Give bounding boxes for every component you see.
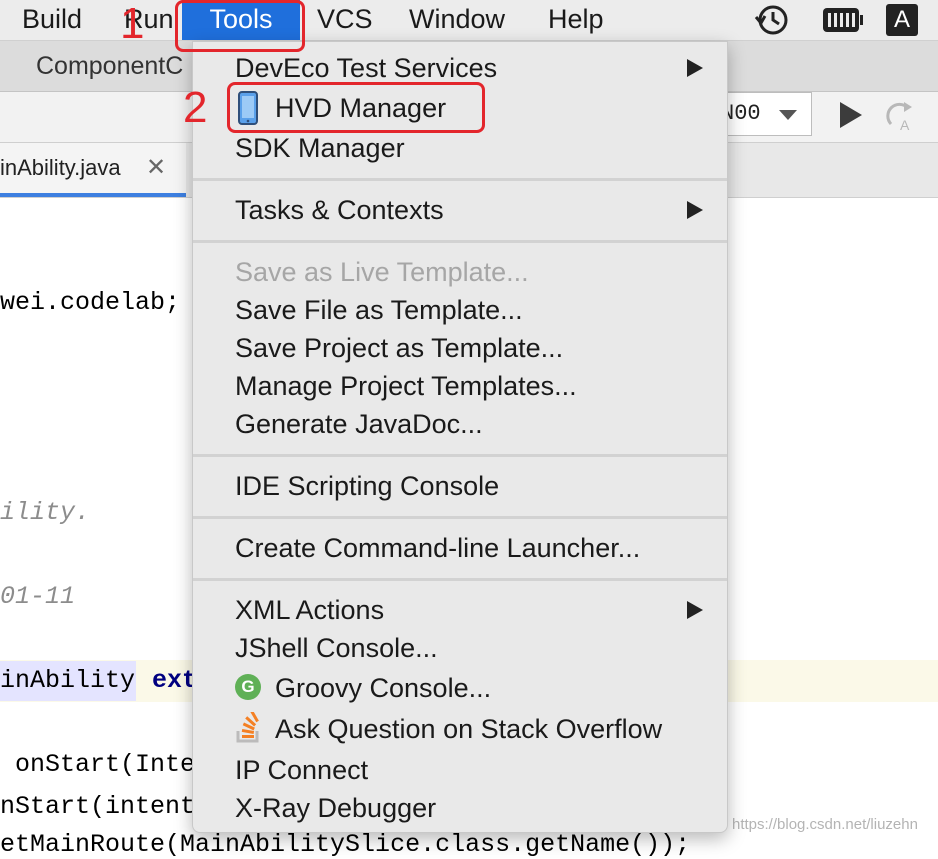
menu-item-deveco-test-services[interactable]: DevEco Test Services xyxy=(235,51,497,85)
time-machine-icon[interactable] xyxy=(752,3,792,42)
submenu-arrow-icon xyxy=(687,201,703,219)
annotation-box-tools xyxy=(175,0,305,52)
menu-separator xyxy=(193,578,727,581)
editor-tab-label: inAbility.java xyxy=(0,155,121,180)
submenu-arrow-icon xyxy=(687,601,703,619)
menu-build[interactable]: Build xyxy=(22,0,82,40)
code-line: ility. xyxy=(0,498,91,527)
menu-item-xray-debugger[interactable]: X-Ray Debugger xyxy=(235,791,436,825)
annotation-number-2: 2 xyxy=(183,83,208,132)
groovy-icon: G xyxy=(235,674,261,700)
editor-tab-mainability[interactable]: inAbility.java ✕ xyxy=(0,143,186,197)
menu-item-jshell-console[interactable]: JShell Console... xyxy=(235,631,438,665)
menu-separator xyxy=(193,454,727,457)
stackoverflow-icon xyxy=(235,710,263,749)
input-source-indicator[interactable]: A xyxy=(886,4,918,36)
annotation-box-hvd-manager xyxy=(227,82,485,133)
code-line: 01-11 xyxy=(0,582,76,611)
menu-item-save-file-template[interactable]: Save File as Template... xyxy=(235,293,523,327)
code-line: wei.codelab; xyxy=(0,288,181,317)
run-button[interactable] xyxy=(840,102,862,128)
menu-item-xml-actions[interactable]: XML Actions xyxy=(235,593,384,627)
menu-help[interactable]: Help xyxy=(548,0,604,40)
menu-item-ip-connect[interactable]: IP Connect xyxy=(235,753,368,787)
menu-item-create-launcher[interactable]: Create Command-line Launcher... xyxy=(235,531,640,565)
menu-item-ide-scripting-console[interactable]: IDE Scripting Console xyxy=(235,469,499,503)
menu-vcs[interactable]: VCS xyxy=(317,0,373,40)
active-tab-indicator xyxy=(0,193,186,197)
chevron-down-icon xyxy=(779,110,797,120)
close-icon[interactable]: ✕ xyxy=(146,156,166,180)
submenu-arrow-icon xyxy=(687,59,703,77)
menu-item-generate-javadoc[interactable]: Generate JavaDoc... xyxy=(235,407,483,441)
menu-separator xyxy=(193,240,727,243)
window-tab-label[interactable]: ComponentC xyxy=(36,41,183,91)
code-line: etMainRoute(MainAbilitySlice.class.getNa… xyxy=(0,830,691,859)
svg-text:A: A xyxy=(900,117,910,133)
menu-item-ask-stackoverflow[interactable]: Ask Question on Stack Overflow xyxy=(275,712,662,746)
menu-window[interactable]: Window xyxy=(409,0,505,40)
code-keyword: ext xyxy=(152,666,198,695)
menu-item-manage-project-templates[interactable]: Manage Project Templates... xyxy=(235,369,577,403)
code-line: onStart(Inte xyxy=(0,750,196,779)
watermark: https://blog.csdn.net/liuzehn xyxy=(732,816,918,833)
menu-item-save-live-template: Save as Live Template... xyxy=(235,257,529,287)
code-line: inAbility xyxy=(0,666,136,695)
code-line: nStart(intent xyxy=(0,792,196,821)
menu-item-groovy-console[interactable]: Groovy Console... xyxy=(275,671,491,705)
tools-dropdown-menu: DevEco Test Services HVD Manager SDK Man… xyxy=(192,41,728,833)
battery-icon[interactable] xyxy=(822,7,864,38)
menu-item-tasks-contexts[interactable]: Tasks & Contexts xyxy=(235,193,444,227)
menu-item-sdk-manager[interactable]: SDK Manager xyxy=(235,131,405,165)
apply-changes-icon[interactable]: A xyxy=(884,98,920,139)
menu-separator xyxy=(193,516,727,519)
annotation-number-1: 1 xyxy=(120,0,145,48)
menu-item-save-project-template[interactable]: Save Project as Template... xyxy=(235,331,563,365)
menu-separator xyxy=(193,178,727,181)
